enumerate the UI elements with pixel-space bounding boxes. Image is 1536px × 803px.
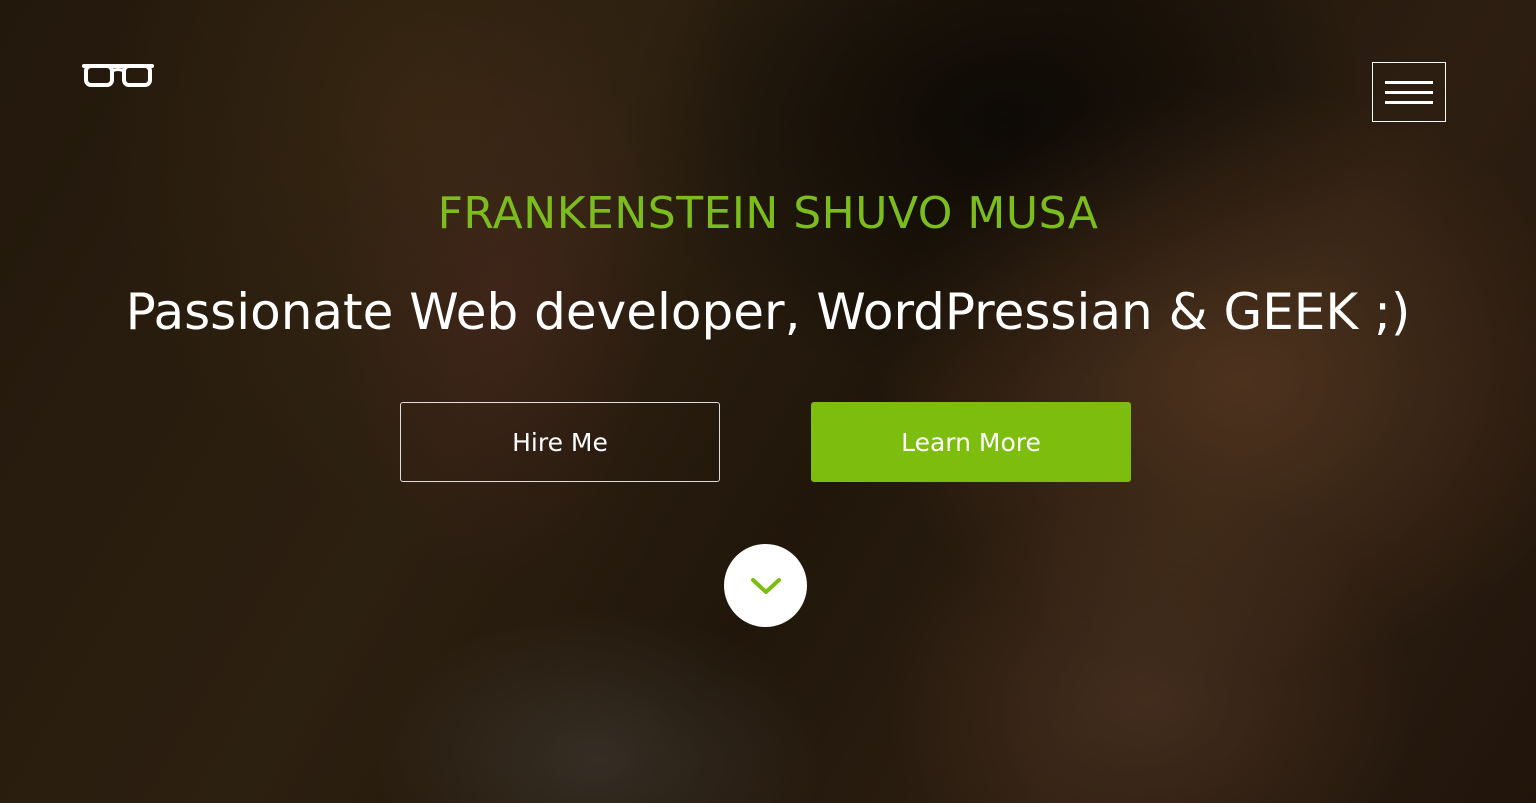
hero-tagline: Passionate Web developer, WordPressian &… <box>125 283 1411 341</box>
hero-name: FRANKENSTEIN SHUVO MUSA <box>437 188 1099 239</box>
hero-section: FRANKENSTEIN SHUVO MUSA Passionate Web d… <box>0 0 1536 803</box>
hire-me-button[interactable]: Hire Me <box>400 402 720 482</box>
learn-more-button[interactable]: Learn More <box>811 402 1131 482</box>
glasses-icon[interactable] <box>82 62 154 90</box>
menu-bar <box>1385 80 1433 84</box>
scroll-down-button[interactable] <box>724 544 807 627</box>
hamburger-menu-icon[interactable] <box>1372 62 1446 122</box>
menu-bar <box>1385 100 1433 104</box>
chevron-down-icon <box>750 577 781 594</box>
menu-bar <box>1385 90 1433 94</box>
